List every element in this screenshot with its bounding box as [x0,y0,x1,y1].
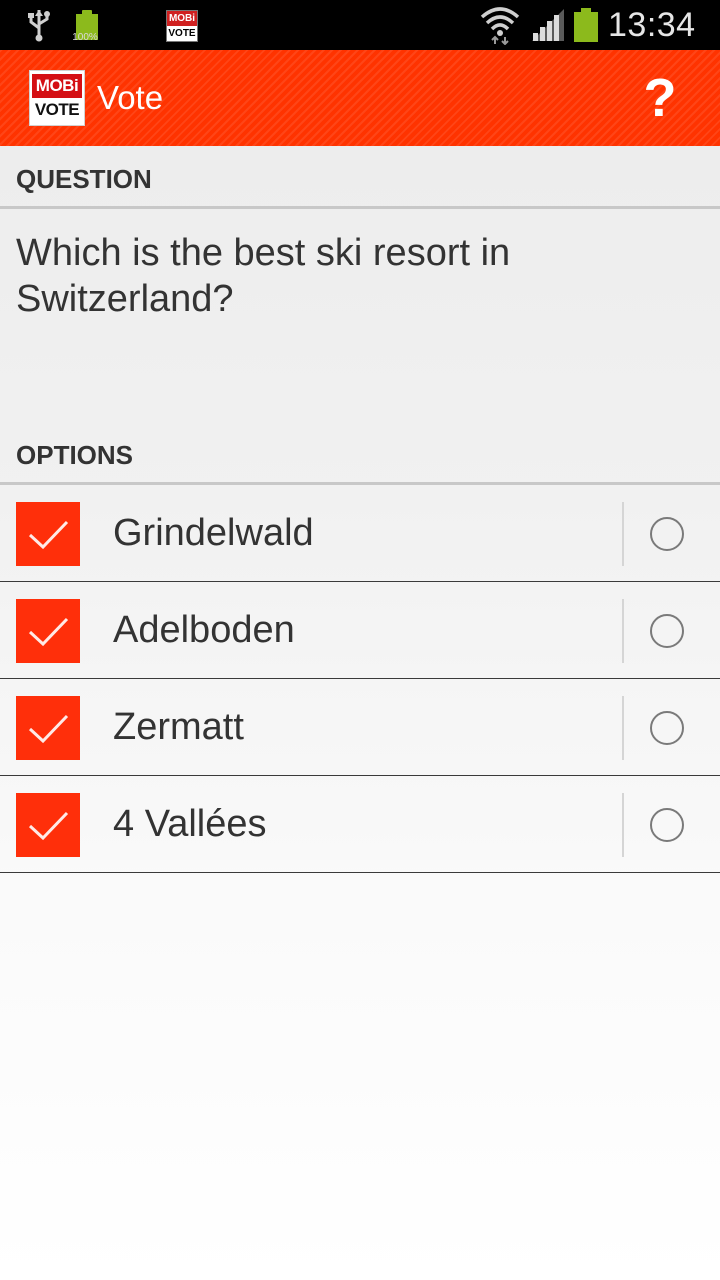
question-text: Which is the best ski resort in Switzerl… [16,232,511,320]
notif-logo-top: MOBi [167,11,197,26]
checkbox-checked[interactable] [16,793,80,857]
radio-button[interactable] [650,614,684,648]
mobivote-notification-icon: MOBi VOTE [166,10,198,42]
checkbox-checked[interactable] [16,599,80,663]
usb-icon [24,0,54,50]
radio-button[interactable] [650,711,684,745]
option-row[interactable]: Adelboden [0,582,720,679]
option-label: Adelboden [113,609,295,651]
option-label: Zermatt [113,706,244,748]
option-row[interactable]: Zermatt [0,679,720,776]
checkbox-checked[interactable] [16,696,80,760]
app-logo[interactable]: MOBi VOTE [29,70,85,126]
divider [0,206,720,209]
help-button[interactable]: ? [640,70,680,126]
status-bar: 100% MOBi VOTE 13:34 [0,0,720,50]
signal-icon [530,0,566,50]
divider [622,793,624,857]
radio-button[interactable] [650,808,684,842]
radio-button[interactable] [650,517,684,551]
options-header: OPTIONS [16,440,134,470]
divider [622,599,624,663]
notif-logo-bottom: VOTE [168,28,196,39]
battery-percent: 100% [72,32,98,43]
option-row[interactable]: Grindelwald [0,485,720,582]
app-logo-top: MOBi [32,74,82,98]
divider [622,502,624,566]
action-bar: MOBi VOTE Vote ? [0,50,720,146]
check-icon [28,811,69,841]
option-label: 4 Vallées [113,803,267,845]
check-icon [28,714,69,744]
option-row[interactable]: 4 Vallées [0,776,720,873]
option-label: Grindelwald [113,512,314,554]
wifi-icon [480,0,520,50]
app-title: Vote [97,79,164,116]
options-list: Grindelwald Adelboden Zermatt 4 Vallées [0,485,720,873]
app-logo-bottom: VOTE [34,100,80,119]
battery-icon [572,0,600,50]
check-icon [28,520,69,550]
divider [622,696,624,760]
question-header: QUESTION [16,164,152,194]
check-icon [28,617,69,647]
clock: 13:34 [608,5,696,44]
checkbox-checked[interactable] [16,502,80,566]
battery-icon: 100% [72,0,102,50]
